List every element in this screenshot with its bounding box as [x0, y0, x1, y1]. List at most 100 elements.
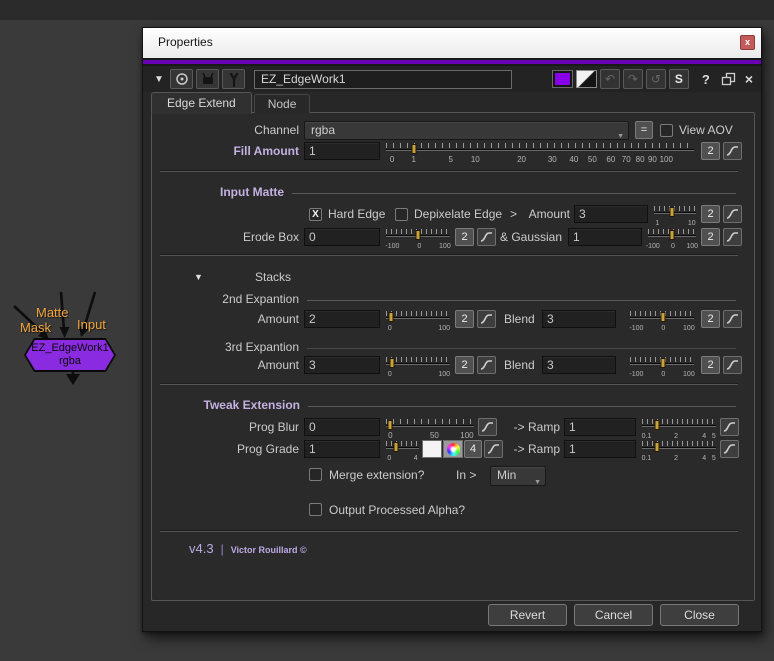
- slider-handle[interactable]: [387, 420, 392, 430]
- gl-color-swatch[interactable]: [576, 70, 597, 88]
- prog-blur-curve-button[interactable]: [478, 418, 497, 436]
- grade-channels-button[interactable]: 4: [464, 440, 482, 458]
- depixelate-amount-multivalue-button[interactable]: 2: [701, 205, 720, 223]
- node-name-input[interactable]: [254, 70, 512, 89]
- second-expansion-header: 2nd Expantion: [152, 292, 299, 306]
- tick-label: 0.1: [642, 455, 652, 462]
- fill-amount-multivalue-button[interactable]: 2: [701, 142, 720, 160]
- depixelate-edge-checkbox[interactable]: [395, 208, 408, 221]
- slider-handle[interactable]: [661, 358, 666, 368]
- grade-ramp-curve-button[interactable]: [720, 440, 739, 458]
- node-body[interactable]: EZ_EdgeWork1 rgba: [26, 340, 114, 370]
- slider-handle[interactable]: [654, 442, 659, 452]
- prog-grade-input[interactable]: [304, 440, 380, 458]
- cancel-button[interactable]: Cancel: [574, 604, 653, 626]
- slider-handle[interactable]: [393, 442, 398, 452]
- slider-handle[interactable]: [669, 207, 674, 217]
- gaussian-curve-button[interactable]: [723, 228, 742, 246]
- second-amount-curve-button[interactable]: [477, 310, 496, 328]
- gaussian-multivalue-button[interactable]: 2: [701, 228, 720, 246]
- prog-blur-slider[interactable]: 0 50 100: [386, 418, 474, 438]
- slider-handle[interactable]: [661, 312, 666, 322]
- wrench-button[interactable]: [222, 69, 245, 89]
- revert-button[interactable]: Revert: [488, 604, 567, 626]
- grade-ramp-slider[interactable]: 0.1 2 4 5: [642, 440, 716, 460]
- grade-color-swatch[interactable]: [422, 440, 442, 458]
- tick-label: 0: [388, 431, 392, 440]
- prog-blur-input[interactable]: [304, 418, 380, 436]
- third-blend-curve-button[interactable]: [723, 356, 742, 374]
- channel-select[interactable]: rgba ▼: [304, 121, 629, 140]
- depixelate-amount-curve-button[interactable]: [723, 205, 742, 223]
- slider-handle[interactable]: [654, 420, 659, 430]
- third-amount-input[interactable]: [304, 356, 380, 374]
- second-amount-multivalue-button[interactable]: 2: [455, 310, 474, 328]
- undo-button[interactable]: ↶: [600, 69, 620, 89]
- gaussian-input[interactable]: [568, 228, 642, 246]
- window-titlebar[interactable]: Properties x: [143, 28, 761, 58]
- tick-label: 2: [674, 433, 678, 440]
- float-window-icon[interactable]: [721, 72, 736, 86]
- slider-handle[interactable]: [411, 144, 416, 154]
- node-color-swatch[interactable]: [552, 70, 573, 88]
- third-amount-curve-button[interactable]: [477, 356, 496, 374]
- second-amount-slider[interactable]: 0 100: [386, 310, 450, 330]
- second-blend-multivalue-button[interactable]: 2: [701, 310, 720, 328]
- window-close-button[interactable]: x: [740, 35, 755, 50]
- slider-handle[interactable]: [416, 230, 421, 240]
- monitor-button[interactable]: [196, 69, 219, 89]
- gaussian-slider[interactable]: -100 0 100: [648, 228, 696, 248]
- stacks-collapse-icon[interactable]: ▼: [194, 272, 203, 282]
- panel-close-icon[interactable]: ×: [745, 71, 753, 87]
- second-blend-input[interactable]: [542, 310, 616, 328]
- panel-collapse-icon[interactable]: ▼: [151, 74, 167, 85]
- curve-icon: [726, 313, 739, 325]
- grade-ramp-input[interactable]: [564, 440, 636, 458]
- tab-content-panel: Channel rgba ▼ = View AOV Fill Amount 0 …: [151, 112, 755, 601]
- tick-label: 2: [674, 455, 678, 462]
- slider-handle[interactable]: [670, 230, 675, 240]
- prog-grade-curve-button[interactable]: [484, 440, 503, 458]
- prog-grade-slider[interactable]: 0 4: [386, 440, 419, 460]
- slider-handle[interactable]: [390, 358, 395, 368]
- third-blend-input[interactable]: [542, 356, 616, 374]
- tab-edge-extend[interactable]: Edge Extend: [151, 92, 252, 114]
- depixelate-amount-input[interactable]: [574, 205, 648, 223]
- view-aov-checkbox[interactable]: [660, 124, 673, 137]
- revert-knobs-button[interactable]: ↺: [646, 69, 666, 89]
- second-blend-slider[interactable]: -100 0 100: [630, 310, 694, 330]
- tick-label: 100: [438, 371, 450, 378]
- third-blend-slider[interactable]: -100 0 100: [630, 356, 694, 376]
- third-amount-slider[interactable]: 0 100: [386, 356, 450, 376]
- script-button[interactable]: S: [669, 69, 689, 89]
- third-amount-multivalue-button[interactable]: 2: [455, 356, 474, 374]
- third-blend-multivalue-button[interactable]: 2: [701, 356, 720, 374]
- center-node-button[interactable]: [170, 69, 193, 89]
- color-wheel-button[interactable]: [443, 440, 463, 458]
- blur-ramp-input[interactable]: [564, 418, 636, 436]
- erode-box-input[interactable]: [304, 228, 380, 246]
- channel-equals-button[interactable]: =: [635, 121, 653, 139]
- blur-ramp-slider[interactable]: 0.1 2 4 5: [642, 418, 716, 438]
- depixelate-amount-slider[interactable]: 1 10: [654, 205, 696, 225]
- blur-ramp-curve-button[interactable]: [720, 418, 739, 436]
- fill-amount-input[interactable]: [304, 142, 380, 160]
- ez-edgework-node[interactable]: EZ_EdgeWork1 rgba: [24, 338, 116, 372]
- fill-amount-slider[interactable]: 0 1 5 10 20 30 40 50 60 70 80 90 100: [386, 142, 694, 162]
- second-amount-input[interactable]: [304, 310, 380, 328]
- erode-box-multivalue-button[interactable]: 2: [455, 228, 474, 246]
- hard-edge-checkbox[interactable]: X: [309, 208, 322, 221]
- second-blend-curve-button[interactable]: [723, 310, 742, 328]
- output-alpha-checkbox[interactable]: [309, 503, 322, 516]
- erode-box-slider[interactable]: -100 0 100: [386, 228, 450, 248]
- help-icon[interactable]: ?: [702, 72, 710, 87]
- merge-extension-checkbox[interactable]: [309, 468, 322, 481]
- slider-handle[interactable]: [389, 312, 394, 322]
- tick-label: 10: [688, 220, 696, 227]
- tab-node[interactable]: Node: [254, 94, 311, 113]
- erode-box-curve-button[interactable]: [477, 228, 496, 246]
- redo-button[interactable]: ↷: [623, 69, 643, 89]
- close-button[interactable]: Close: [660, 604, 739, 626]
- fill-amount-curve-button[interactable]: [723, 142, 742, 160]
- merge-mode-select[interactable]: Min ▼: [490, 466, 546, 486]
